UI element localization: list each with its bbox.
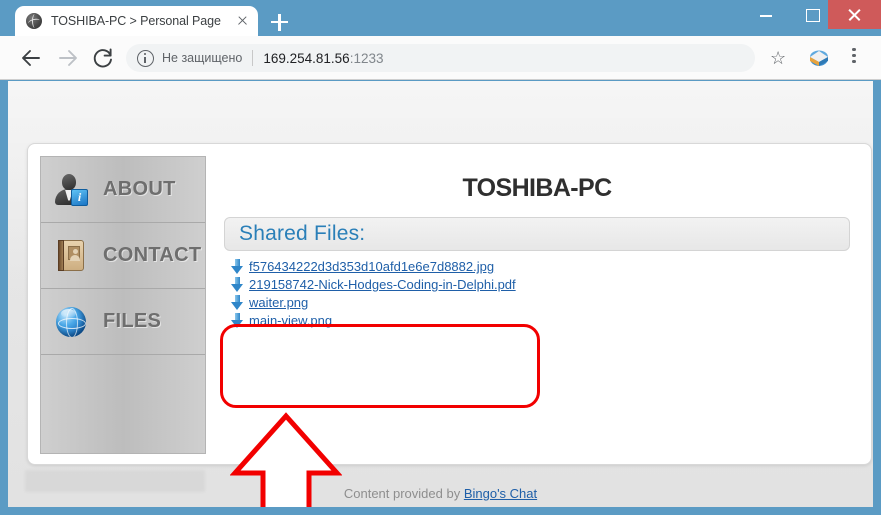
three-dots-menu-icon[interactable] xyxy=(845,48,863,68)
tab-title: TOSHIBA-PC > Personal Page xyxy=(51,14,221,28)
list-item[interactable]: f576434222d3d353d10afd1e6e7d8882.jpg xyxy=(230,258,516,275)
menu-dot xyxy=(852,48,856,52)
minimize-window-button[interactable] xyxy=(743,0,789,29)
reload-icon xyxy=(93,48,112,68)
main-column: TOSHIBA-PC Shared Files: f576434222d3d35… xyxy=(214,156,860,454)
menu-dot xyxy=(852,59,856,64)
list-item[interactable]: 219158742-Nick-Hodges-Coding-in-Delphi.p… xyxy=(230,276,516,293)
file-link[interactable]: main-view.png xyxy=(249,313,332,328)
browser-toolbar: Не защищено 169.254.81.56:1233 ☆ xyxy=(0,36,881,80)
download-arrow-icon xyxy=(230,259,244,274)
arrow-left-icon xyxy=(22,50,40,66)
info-circle-icon[interactable] xyxy=(137,49,154,67)
close-tab-icon[interactable] xyxy=(234,13,250,29)
reload-button[interactable] xyxy=(91,46,115,70)
sidebar-item-files[interactable]: FILES xyxy=(41,289,205,355)
tab-strip: TOSHIBA-PC > Personal Page xyxy=(0,0,881,36)
new-tab-button[interactable] xyxy=(266,11,292,33)
shared-files-heading: Shared Files: xyxy=(239,222,366,245)
globe-favicon-icon xyxy=(26,13,42,29)
file-link[interactable]: 219158742-Nick-Hodges-Coding-in-Delphi.p… xyxy=(249,277,516,292)
browser-window: TOSHIBA-PC > Personal Page Не защищено 1… xyxy=(0,0,881,515)
forward-button xyxy=(56,46,80,70)
globe-icon xyxy=(53,304,89,340)
page-title: TOSHIBA-PC xyxy=(462,174,612,202)
sidebar-item-about[interactable]: i ABOUT xyxy=(41,157,205,223)
address-book-icon xyxy=(53,238,89,274)
omnibox-separator xyxy=(252,50,254,66)
download-arrow-icon xyxy=(230,295,244,310)
list-item[interactable]: main-view.png xyxy=(230,312,516,329)
menu-dot xyxy=(852,53,856,58)
sidebar-item-label: FILES xyxy=(103,310,162,332)
sidebar-navigation: i ABOUT CONTACT FILES xyxy=(40,156,206,454)
browser-tab[interactable]: TOSHIBA-PC > Personal Page xyxy=(15,6,258,36)
close-window-button[interactable] xyxy=(828,0,881,29)
back-button[interactable] xyxy=(19,46,43,70)
list-item[interactable]: waiter.png xyxy=(230,294,516,311)
arrow-right-icon xyxy=(59,50,77,66)
star-icon[interactable]: ☆ xyxy=(770,49,786,67)
page-viewport: i ABOUT CONTACT FILES TOSHIBA-PC Shared … xyxy=(8,81,873,507)
footer-link[interactable]: Bingo's Chat xyxy=(464,486,537,501)
extension-icon[interactable] xyxy=(808,48,830,68)
file-link[interactable]: waiter.png xyxy=(249,295,308,310)
extension-glyph xyxy=(810,50,828,66)
sidebar-item-label: ABOUT xyxy=(103,178,176,200)
file-link[interactable]: f576434222d3d353d10afd1e6e7d8882.jpg xyxy=(249,259,494,274)
sidebar-item-contact[interactable]: CONTACT xyxy=(41,223,205,289)
person-info-icon: i xyxy=(53,172,89,208)
shared-files-header: Shared Files: xyxy=(224,217,850,251)
sidebar-item-label: CONTACT xyxy=(103,244,202,266)
address-bar[interactable]: Не защищено 169.254.81.56:1233 xyxy=(126,44,755,72)
footer: Content provided by Bingo's Chat xyxy=(8,486,873,501)
shared-files-list: f576434222d3d353d10afd1e6e7d8882.jpg 219… xyxy=(230,258,516,330)
content-panel: i ABOUT CONTACT FILES TOSHIBA-PC Shared … xyxy=(27,143,872,465)
url-port: :1233 xyxy=(349,50,384,66)
footer-text: Content provided by xyxy=(343,486,464,501)
url-host: 169.254.81.56 xyxy=(263,50,350,66)
download-arrow-icon xyxy=(230,277,244,292)
download-arrow-icon xyxy=(230,313,244,328)
security-status-label: Не защищено xyxy=(162,51,243,65)
